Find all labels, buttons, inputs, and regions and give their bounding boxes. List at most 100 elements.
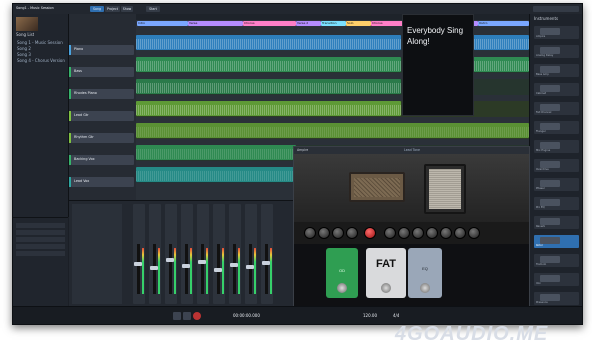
fader-track[interactable] [262, 244, 270, 294]
fader-track[interactable] [246, 244, 254, 294]
amp-knob[interactable] [398, 227, 410, 239]
plugin-tile[interactable]: Ampire [534, 26, 579, 39]
list-item[interactable]: Song 3 [17, 52, 31, 57]
plugin-tile[interactable]: Tremolo [534, 254, 579, 267]
inspector-row[interactable] [16, 237, 65, 242]
amp-knob[interactable] [346, 227, 358, 239]
plugin-titlebar[interactable]: Ampire Lead Tone [294, 147, 529, 154]
amp-knob[interactable] [412, 227, 424, 239]
audio-clip[interactable] [136, 35, 401, 50]
play-button[interactable] [173, 312, 181, 320]
marker[interactable]: Verse [188, 21, 243, 26]
marker[interactable]: Solo [346, 21, 371, 26]
track-header[interactable]: Lead Vox [69, 177, 134, 187]
amp-knob[interactable] [454, 227, 466, 239]
audio-clip[interactable] [136, 167, 296, 182]
inspector-row[interactable] [16, 244, 65, 249]
audio-clip[interactable] [136, 123, 529, 138]
plugin-tile[interactable]: Overdrive [534, 159, 579, 172]
audio-clip[interactable] [472, 57, 529, 72]
fader-cap[interactable] [150, 266, 158, 270]
plugin-tile[interactable]: Bass Amp [534, 64, 579, 77]
plugin-tile[interactable]: Fat Channel [534, 102, 579, 115]
plugin-tile[interactable]: Flanger [534, 121, 579, 134]
song-button[interactable]: Song [90, 6, 104, 12]
show-button[interactable]: Show [121, 6, 133, 12]
marker[interactable]: Transition [321, 21, 346, 26]
marker[interactable]: Intro [137, 21, 188, 26]
track-header[interactable]: Bass [69, 67, 134, 77]
level-meter [158, 248, 160, 294]
fader-cap[interactable] [198, 260, 206, 264]
plugin-tile[interactable]: Reverb [534, 216, 579, 229]
plugin-tile[interactable]: Vox [534, 273, 579, 286]
fader-track[interactable] [214, 244, 222, 294]
plugin-tile[interactable]: Phaser [534, 178, 579, 191]
fader-track[interactable] [230, 244, 238, 294]
amp-knob[interactable] [426, 227, 438, 239]
fader-track[interactable] [134, 244, 142, 294]
amp-knob[interactable] [468, 227, 480, 239]
start-button[interactable]: Start [146, 6, 160, 12]
record-button[interactable] [193, 312, 201, 320]
inspector-row[interactable] [16, 230, 65, 235]
marker[interactable]: Verse 2 [296, 21, 321, 26]
audio-clip[interactable] [136, 101, 401, 116]
plugin-title: Ampire [297, 148, 309, 152]
track-header[interactable]: Backing Vox [69, 155, 134, 165]
fader-cap[interactable] [214, 268, 222, 272]
fader-cap[interactable] [246, 265, 254, 269]
plugin-tile[interactable]: Mix Engine [534, 140, 579, 153]
amp-knob[interactable] [318, 227, 330, 239]
track-header[interactable]: Rhodes Piano [69, 89, 134, 99]
speaker-cabinet[interactable] [424, 164, 466, 214]
channel-strip [213, 204, 225, 304]
plugin-tile[interactable]: Presence [534, 292, 579, 305]
audio-clip[interactable] [136, 57, 401, 72]
preset-selector[interactable]: Lead Tone [404, 148, 420, 153]
stop-button[interactable] [183, 312, 191, 320]
plugin-tile[interactable]: Analog Delay [534, 45, 579, 58]
gain-knob[interactable] [304, 227, 316, 239]
track-header[interactable]: Rhythm Gtr [69, 133, 134, 143]
marker[interactable]: Chorus [243, 21, 296, 26]
routing-list[interactable] [72, 204, 122, 304]
fader-cap[interactable] [134, 262, 142, 266]
plugin-tile[interactable]: Cabinet [534, 83, 579, 96]
list-item[interactable]: Song 4 - Chorus Version [17, 58, 65, 63]
fader-cap[interactable] [262, 261, 270, 265]
marker[interactable]: Outro [478, 21, 529, 26]
plugin-tile-selected[interactable]: Rotor [534, 235, 579, 248]
tempo-display[interactable]: 120.00 [363, 313, 377, 318]
fader-cap[interactable] [230, 263, 238, 267]
amp-knob[interactable] [440, 227, 452, 239]
list-item[interactable]: Song 1 - Music Session [17, 40, 63, 45]
amp-head[interactable] [349, 172, 405, 202]
fader-track[interactable] [166, 244, 174, 294]
audio-clip[interactable] [136, 79, 401, 94]
time-signature[interactable]: 4/4 [393, 313, 399, 318]
fader-track[interactable] [182, 244, 190, 294]
power-knob[interactable] [364, 227, 376, 239]
project-button[interactable]: Project [105, 6, 120, 12]
fader-cap[interactable] [166, 258, 174, 262]
fat-pedal[interactable]: FAT [366, 248, 406, 298]
fader-cap[interactable] [182, 264, 190, 268]
plugin-tile[interactable]: Pro EQ [534, 197, 579, 210]
inspector-row[interactable] [16, 223, 65, 228]
track-header[interactable]: Lead Gtr [69, 111, 134, 121]
fader-track[interactable] [150, 244, 158, 294]
audio-clip[interactable] [136, 145, 296, 160]
ampire-plugin-window: Ampire Lead Tone OD FAT EQ [293, 146, 530, 307]
inspector-row[interactable] [16, 251, 65, 256]
view-switcher[interactable] [533, 6, 579, 12]
list-item[interactable]: Song 2 [17, 46, 31, 51]
track-lane[interactable] [136, 123, 529, 139]
audio-clip[interactable] [472, 35, 529, 50]
track-header[interactable]: Piano [69, 45, 134, 55]
fader-track[interactable] [198, 244, 206, 294]
eq-pedal[interactable]: EQ [408, 248, 442, 298]
amp-knob[interactable] [332, 227, 344, 239]
amp-knob[interactable] [384, 227, 396, 239]
overdrive-pedal[interactable]: OD [326, 248, 358, 298]
